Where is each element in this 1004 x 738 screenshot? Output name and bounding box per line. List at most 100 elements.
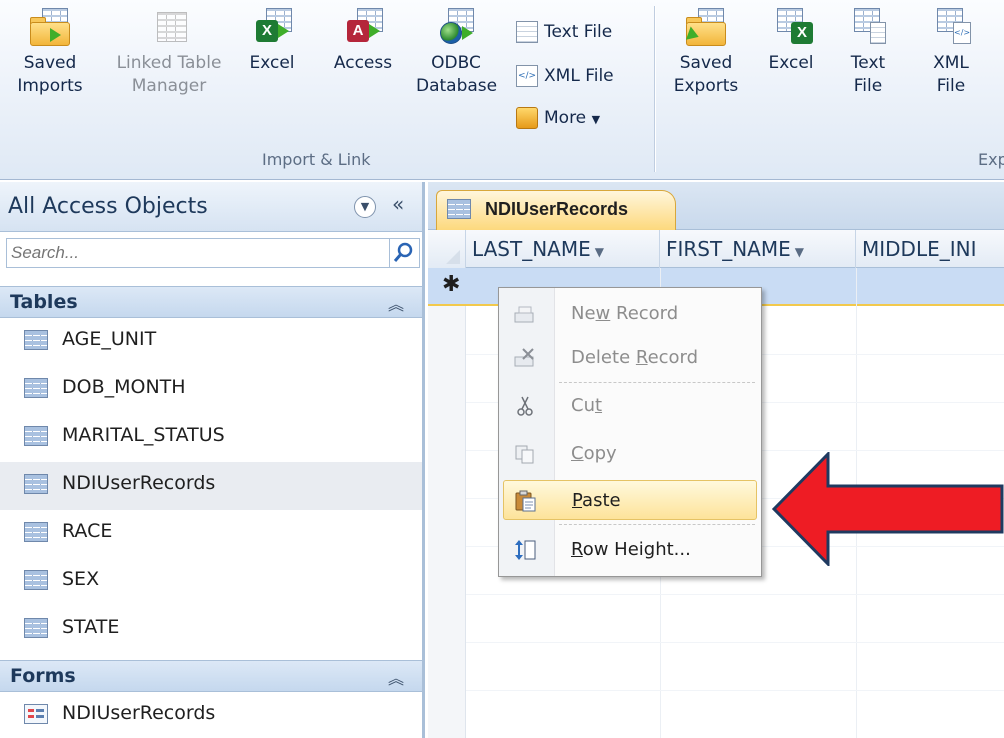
search-icon[interactable] bbox=[390, 238, 420, 268]
export-xml-file-icon: </> bbox=[929, 8, 973, 46]
nav-header[interactable]: All Access Objects ▼ « bbox=[0, 182, 422, 232]
saved-imports-label: Saved Imports bbox=[17, 53, 83, 96]
linked-table-manager-button[interactable]: Linked Table Manager bbox=[100, 8, 238, 98]
menu-separator bbox=[559, 382, 755, 383]
import-more-button[interactable]: More ▼ bbox=[516, 104, 646, 132]
menu-item-row-height[interactable]: Row Height... bbox=[503, 530, 757, 570]
menu-item-copy[interactable]: Copy bbox=[503, 434, 757, 474]
forms-section-header[interactable]: Forms ︽ bbox=[0, 660, 422, 692]
import-access-label: Access bbox=[333, 53, 393, 73]
import-link-group-label: Import & Link bbox=[262, 150, 371, 169]
nav-form-item[interactable]: NDIUserRecords bbox=[0, 692, 422, 738]
export-group-label: Exp bbox=[978, 150, 1004, 169]
menu-label-part: ecord bbox=[647, 347, 699, 368]
export-text-file-icon bbox=[846, 8, 890, 46]
saved-imports-icon bbox=[28, 8, 72, 46]
export-xml-file-button[interactable]: </> XML File bbox=[920, 8, 982, 98]
saved-exports-button[interactable]: Saved Exports bbox=[664, 8, 748, 98]
tab-ndiuserrecords[interactable]: NDIUserRecords bbox=[436, 190, 676, 230]
nav-table-label: NDIUserRecords bbox=[62, 472, 216, 494]
more-database-icon bbox=[516, 107, 538, 129]
import-more-label: More bbox=[544, 108, 587, 128]
red-callout-arrow-icon bbox=[772, 452, 1004, 566]
saved-exports-label: Saved Exports bbox=[673, 53, 739, 96]
menu-item-delete-record[interactable]: Delete Record bbox=[503, 338, 757, 378]
navigation-pane: All Access Objects ▼ « Tables ︽ AGE_UNIT… bbox=[0, 182, 425, 738]
menu-label-part: Cu bbox=[571, 395, 595, 416]
access-icon: A bbox=[341, 8, 385, 46]
context-menu: New Record Delete Record Cut Copy Paste … bbox=[498, 287, 762, 577]
import-text-file-label: Text File bbox=[544, 22, 613, 42]
nav-table-label: RACE bbox=[62, 520, 113, 542]
saved-imports-button[interactable]: Saved Imports bbox=[4, 8, 96, 98]
new-record-marker-icon: ✱ bbox=[442, 272, 461, 297]
export-text-file-button[interactable]: Text File bbox=[838, 8, 898, 98]
nav-table-item[interactable]: AGE_UNIT bbox=[0, 318, 422, 366]
nav-table-label: DOB_MONTH bbox=[62, 376, 186, 398]
select-all-corner[interactable] bbox=[428, 230, 466, 268]
group-separator bbox=[654, 6, 655, 172]
odbc-database-label: ODBC Database bbox=[416, 53, 498, 96]
export-excel-button[interactable]: X Excel bbox=[760, 8, 822, 75]
column-header-label: LAST_NAME bbox=[472, 237, 591, 261]
shutter-collapse-icon[interactable]: « bbox=[392, 192, 404, 216]
column-header-last-name[interactable]: LAST_NAME ▼ bbox=[466, 230, 660, 268]
menu-label-part: Record bbox=[610, 303, 679, 324]
menu-label-part: ow Height... bbox=[582, 539, 691, 560]
search-input[interactable] bbox=[6, 238, 390, 268]
menu-label-part: Delete bbox=[571, 347, 636, 368]
nav-title: All Access Objects bbox=[8, 194, 208, 219]
nav-table-item-selected[interactable]: NDIUserRecords bbox=[0, 462, 422, 510]
nav-table-item[interactable]: MARITAL_STATUS bbox=[0, 414, 422, 462]
odbc-database-icon bbox=[434, 8, 478, 46]
saved-exports-icon bbox=[684, 8, 728, 46]
import-xml-file-label: XML File bbox=[544, 66, 614, 86]
table-icon bbox=[447, 199, 471, 219]
menu-item-new-record[interactable]: New Record bbox=[503, 294, 757, 334]
import-excel-button[interactable]: X Excel bbox=[242, 8, 302, 75]
import-xml-file-button[interactable]: </> XML File bbox=[516, 62, 646, 90]
column-header-label: FIRST_NAME bbox=[666, 237, 791, 261]
menu-item-cut[interactable]: Cut bbox=[503, 386, 757, 426]
tables-section-header[interactable]: Tables ︽ bbox=[0, 286, 422, 318]
nav-table-item[interactable]: DOB_MONTH bbox=[0, 366, 422, 414]
column-dropdown-icon[interactable]: ▼ bbox=[795, 245, 804, 259]
delete-record-icon bbox=[513, 347, 537, 369]
menu-label-accelerator: R bbox=[635, 347, 648, 368]
new-record-icon bbox=[513, 303, 537, 325]
nav-table-label: STATE bbox=[62, 616, 120, 638]
ribbon: Saved Imports Linked Table Manager X Exc… bbox=[0, 0, 1004, 180]
copy-icon bbox=[513, 443, 537, 465]
grid-line bbox=[466, 642, 1004, 643]
forms-header-label: Forms bbox=[10, 665, 76, 687]
column-dropdown-icon[interactable]: ▼ bbox=[595, 245, 604, 259]
export-excel-icon: X bbox=[769, 8, 813, 46]
export-xml-file-label: XML File bbox=[933, 53, 969, 96]
import-excel-label: Excel bbox=[249, 53, 295, 73]
menu-label-part: Ne bbox=[571, 303, 596, 324]
nav-menu-chevron-icon[interactable]: ▼ bbox=[354, 196, 376, 218]
nav-table-item[interactable]: RACE bbox=[0, 510, 422, 558]
import-text-file-button[interactable]: Text File bbox=[516, 18, 646, 46]
column-header-middle-initial[interactable]: MIDDLE_INI bbox=[856, 230, 1004, 268]
chevron-down-icon: ▼ bbox=[591, 113, 601, 126]
menu-item-paste[interactable]: Paste bbox=[503, 480, 757, 520]
text-file-icon bbox=[516, 21, 538, 43]
linked-table-manager-label: Linked Table Manager bbox=[116, 53, 222, 96]
import-access-button[interactable]: A Access bbox=[328, 8, 398, 75]
tab-label: NDIUserRecords bbox=[485, 199, 629, 219]
collapse-chevron-icon[interactable]: ︽ bbox=[388, 291, 404, 315]
column-header-row: LAST_NAME ▼ FIRST_NAME ▼ MIDDLE_INI bbox=[428, 230, 1004, 268]
row-height-icon bbox=[513, 539, 537, 561]
table-icon bbox=[24, 426, 48, 446]
nav-table-item[interactable]: STATE bbox=[0, 606, 422, 654]
document-tabstrip: NDIUserRecords bbox=[428, 182, 1004, 230]
table-icon bbox=[24, 618, 48, 638]
column-header-first-name[interactable]: FIRST_NAME ▼ bbox=[660, 230, 856, 268]
table-icon bbox=[24, 570, 48, 590]
collapse-chevron-icon[interactable]: ︽ bbox=[388, 665, 404, 689]
table-icon bbox=[24, 378, 48, 398]
odbc-database-button[interactable]: ODBC Database bbox=[410, 8, 502, 98]
nav-table-item[interactable]: SEX bbox=[0, 558, 422, 606]
menu-label-accelerator: P bbox=[572, 490, 583, 511]
